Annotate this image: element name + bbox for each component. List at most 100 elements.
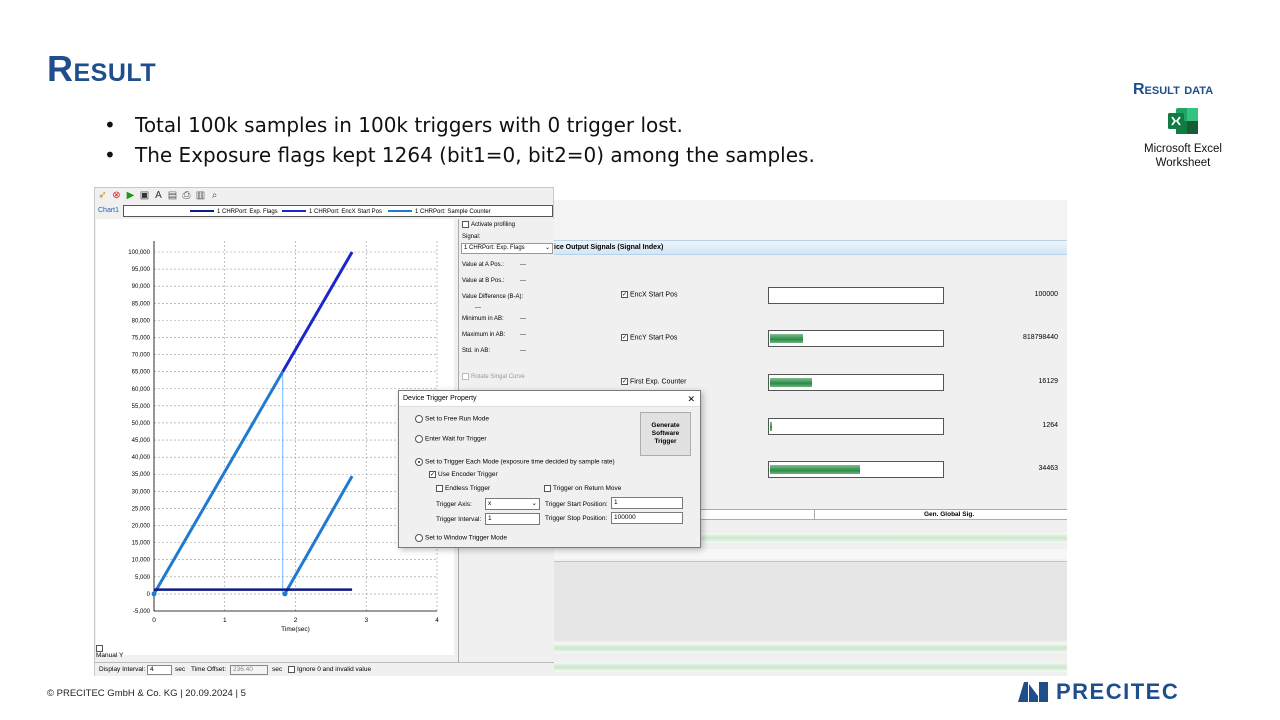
radio-free-run[interactable] [415,415,423,423]
trigger-return-checkbox[interactable] [544,485,551,492]
trigger-axis-label: Trigger Axis: [436,501,472,508]
series-line [281,251,354,373]
manual-y-checkbox[interactable] [96,645,103,652]
enter-wait-option[interactable]: Enter Wait for Trigger [415,435,487,443]
plot-toolbar: ➶ ⊗ ▶ ▣ A ▤ ⎙ ▥ ⌕ [97,190,220,204]
table-icon[interactable]: ▤ [167,190,178,201]
use-encoder-checkbox[interactable]: ✓ [429,471,436,478]
signal-value: 1264 [1042,422,1058,429]
free-run-option[interactable]: Set to Free Run Mode [415,415,489,423]
trigger-return-label: Trigger on Return Move [553,485,622,493]
radio-window-mode[interactable] [415,534,423,542]
ignore-invalid-label: Ignore 0 and invalid value [297,666,372,673]
table-row [554,549,1067,559]
display-interval-input[interactable]: 4 [147,665,172,675]
zoom-icon[interactable]: ⌕ [209,190,220,201]
signal-label[interactable]: ✓ EncY Start Pos [621,334,677,341]
table-row [554,662,1067,672]
trigger-axis-select[interactable]: x ⌄ [485,498,540,510]
chart-icon[interactable]: ▥ [195,190,206,201]
trigger-stop-label: Trigger Stop Position: [545,515,608,522]
y-tick-label: 65,000 [132,370,151,376]
rotate-curve-checkbox[interactable] [462,373,469,380]
print-icon[interactable]: ⎙ [181,190,192,201]
manual-y[interactable]: Manual Y [96,645,123,659]
endless-option[interactable]: Endless Trigger [436,485,490,492]
series-line [283,475,354,595]
generate-trigger-button[interactable]: Generate Software Trigger [640,412,691,456]
value-b-label: Value at B Pos.: [462,278,505,284]
legend-entry: 1 CHRPort: Exp. Flags [190,207,278,217]
activate-profiling[interactable]: Activate profiling [462,221,515,228]
y-tick-label: -5,000 [133,609,151,615]
y-tick-label: 5,000 [135,575,151,581]
signal-value: 818798440 [1022,334,1058,341]
text-icon[interactable]: A [153,190,164,201]
stop-icon[interactable]: ⊗ [111,190,122,201]
trigger-interval-input[interactable]: 1 [485,513,540,525]
precitec-logo: PRECITEC [1018,679,1248,704]
signal-progress-fill [770,422,772,431]
signal-checkbox[interactable]: ✓ [621,291,628,298]
time-offset-input[interactable]: 236.40 [230,665,268,675]
signal-select[interactable]: 1 CHRPort: Exp. Flags ⌄ [461,243,553,254]
pointer-icon[interactable]: ➶ [97,190,108,201]
value-a-label: Value at A Pos.: [462,262,504,268]
y-tick-label: 10,000 [132,558,151,564]
radio-trigger-each[interactable] [415,458,423,466]
signal-checkbox[interactable]: ✓ [621,334,628,341]
signal-row: ✓ EncX Start Pos 100000 [554,287,1067,305]
rotate-curve[interactable]: Rotate Singal Curve [462,373,525,380]
generate-trigger-label: Generate Software Trigger [651,422,680,445]
series-point [151,591,157,597]
endless-checkbox[interactable] [436,485,443,492]
trigger-start-input[interactable]: 1 [611,497,683,509]
chart-legend: 1 CHRPort: Exp. Flags 1 CHRPort: EncX St… [123,205,553,217]
tab-chart1[interactable]: Chart1 [98,207,119,214]
trigger-axis-value: x [488,500,492,507]
signal-progress-fill [770,378,812,387]
y-tick-label: 60,000 [132,387,151,393]
value-a: --- [520,262,526,268]
trigger-stop-input[interactable]: 100000 [611,512,683,524]
trigger-return-option[interactable]: Trigger on Return Move [544,485,621,492]
save-icon[interactable]: ▣ [139,190,150,201]
play-icon[interactable]: ▶ [125,190,136,201]
display-interval-label: Display Interval: [99,666,146,673]
close-icon[interactable]: ✕ [687,391,695,407]
radio-enter-wait[interactable] [415,435,423,443]
std-label: Std. in AB: [462,348,491,354]
signal-checkbox[interactable]: ✓ [621,378,628,385]
y-tick-label: 35,000 [132,472,151,478]
signal-progress-fill [770,465,861,474]
column-header-global-sig: Gen. Global Sig. [924,511,975,518]
legend-entry: 1 CHRPort: EncX Start Pos [282,207,382,217]
use-encoder-option[interactable]: ✓ Use Encoder Trigger [429,471,498,478]
signal-label: Signal: [462,234,481,240]
signals-header: ice Output Signals (Signal Index) [554,240,1067,255]
signal-label[interactable]: ✓ EncX Start Pos [621,291,677,298]
bullet-list: Total 100k samples in 100k triggers with… [104,110,815,170]
window-mode-option[interactable]: Set to Window Trigger Mode [415,534,507,542]
trigger-each-option[interactable]: Set to Trigger Each Mode (exposure time … [415,458,615,466]
manual-y-label: Manual Y [96,652,124,660]
trigger-start-label: Trigger Start Position: [545,501,608,508]
signal-label[interactable]: ✓ First Exp. Counter [621,378,686,385]
trigger-dialog: Device Trigger Property ✕ Set to Free Ru… [398,390,701,548]
activate-profiling-checkbox[interactable] [462,221,469,228]
signal-value: 16129 [1038,378,1058,385]
y-tick-label: 40,000 [132,455,151,461]
column-divider [814,509,815,520]
trigger-interval-label: Trigger Interval: [436,516,482,523]
y-tick-label: 25,000 [132,506,151,512]
table-row [554,643,1067,653]
y-tick-label: 75,000 [132,335,151,341]
excel-icon[interactable] [1167,107,1199,135]
ignore-invalid-checkbox[interactable] [288,665,295,673]
result-data-title: Result data [1133,81,1214,98]
ignore-invalid[interactable]: Ignore 0 and invalid value [288,663,371,677]
series-point [282,591,288,597]
bullet-item: Total 100k samples in 100k triggers with… [104,110,815,140]
slide-title: Result [47,48,157,89]
sec-label: sec [175,666,186,673]
